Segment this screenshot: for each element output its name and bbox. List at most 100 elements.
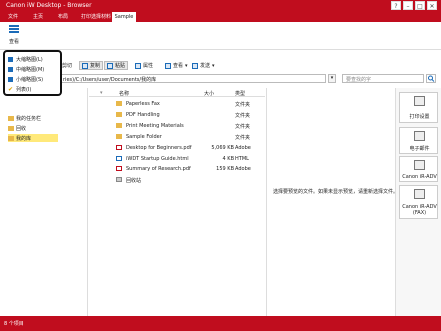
file-type: 文件夹 [235, 102, 251, 108]
pdf-icon [116, 144, 122, 150]
menu-item-label: 列表(I) [16, 86, 32, 93]
file-size: 4 KB [222, 155, 234, 162]
tree-item-label: 回收 [16, 125, 27, 132]
medium-thumbnails-icon [8, 66, 13, 72]
close-button[interactable]: ✕ [427, 1, 437, 10]
address-dropdown-button[interactable]: ▾ [328, 74, 336, 83]
file-row[interactable]: PDF Handling 文件夹 [89, 110, 265, 120]
cut-button[interactable]: 复制 [79, 61, 104, 70]
tree-item-recycle[interactable]: 回收 [8, 124, 26, 132]
menu-item-large-thumbnails[interactable]: 大缩略图(L) [8, 55, 43, 63]
paste-button[interactable]: 粘贴 [104, 61, 129, 70]
view-button[interactable]: 查看 [4, 23, 24, 47]
cut-label: 复制 [90, 63, 101, 69]
file-row[interactable]: Desktop for Beginners.pdf 5,069 KB Adobe [89, 143, 265, 153]
search-placeholder: 要查找的字 [346, 77, 372, 83]
library-icon [8, 135, 14, 141]
file-type: 文件夹 [235, 134, 251, 141]
menu-item-small-thumbnails[interactable]: 小缩略图(S) [8, 75, 43, 83]
file-name: Print Meeting Materials [126, 122, 184, 129]
menu-item-medium-thumbnails[interactable]: 中缩略图(M) [8, 65, 44, 73]
tab-home[interactable]: 主页 [28, 12, 48, 22]
properties-icon [135, 62, 141, 69]
preview-pane: 选择要预览的文件。如果未显示预览，请重新选择文件。 [266, 88, 398, 316]
file-type: Adobe [235, 144, 251, 151]
folder-icon [8, 125, 14, 131]
menu-item-label: 中缩略图(M) [16, 66, 45, 73]
header-type[interactable]: 类型 [235, 90, 245, 97]
tree-item-my-library[interactable]: 我的库 [8, 134, 58, 142]
file-type: 文件夹 [235, 112, 251, 119]
header-name[interactable]: 名称 [119, 90, 129, 97]
send-label: 发送 [200, 63, 211, 69]
properties-button[interactable]: 属性 [135, 61, 153, 70]
recycle-bin-icon [116, 177, 122, 183]
file-row[interactable]: iWDT Startup Guide.html 4 KB HTML [89, 154, 265, 164]
status-bar: 8 个项目 [0, 316, 441, 331]
output-button-label: 电子邮件 [409, 146, 430, 152]
menu-item-label: 小缩略图(S) [16, 76, 44, 83]
printer-icon [414, 160, 425, 170]
chevron-down-icon: ▾ [330, 75, 334, 81]
header-size[interactable]: 大小 [204, 90, 214, 97]
output-button-label: Canon iR-ADV [402, 174, 437, 180]
menu-item-label: 大缩略图(L) [16, 56, 43, 63]
tab-layout[interactable]: 布局 [52, 12, 74, 22]
output-button-label: Canon iR-ADV (FAX) [402, 204, 437, 216]
file-row[interactable]: Print Meeting Materials 文件夹 [89, 121, 265, 131]
search-button[interactable] [426, 74, 436, 83]
cut-icon [82, 62, 88, 69]
email-button[interactable]: 电子邮件 [399, 127, 438, 154]
paste-icon [107, 62, 113, 69]
file-type: Adobe [235, 166, 251, 173]
canon-fax-button[interactable]: Canon iR-ADV (FAX) [399, 185, 438, 219]
file-list-header: ▾ 名称 大小 类型 [89, 88, 265, 97]
file-row[interactable]: 回收站 [89, 175, 265, 185]
file-row[interactable]: Summary of Research.pdf 159 KB Adobe [89, 164, 265, 174]
view-icon [165, 62, 171, 69]
file-name: Desktop for Beginners.pdf [126, 144, 192, 151]
view-label: 查看 [173, 63, 184, 69]
minimize-button[interactable]: – [403, 1, 413, 10]
send-icon [192, 62, 198, 69]
folder-icon [8, 115, 14, 121]
view-menu-popup: 大缩略图(L) 中缩略图(M) 小缩略图(S) ✔ 列表(I) [3, 50, 62, 96]
chevron-down-icon: ▾ [185, 62, 188, 69]
search-input[interactable]: 要查找的字 [342, 74, 424, 83]
help-button[interactable]: ? [391, 1, 401, 10]
copy-label: 剪切 [62, 63, 73, 69]
email-icon [414, 131, 425, 141]
printer-icon [414, 96, 425, 106]
tab-sample[interactable]: Sample [112, 12, 136, 22]
tree-item-task-bar[interactable]: 我的任务栏 [8, 114, 41, 122]
view-toolbar-button[interactable]: 查看 ▾ [165, 61, 188, 70]
status-text: 8 个项目 [4, 321, 24, 327]
html-file-icon [116, 155, 122, 161]
address-path: ries)/C:/Users/user/Documents/我的库 [63, 77, 157, 83]
send-button[interactable]: 发送 ▾ [192, 61, 215, 70]
folder-icon [116, 133, 122, 139]
view-button-label: 查看 [8, 39, 19, 45]
tab-print-materials[interactable]: 打印选择材料 [77, 12, 115, 22]
tree-item-label: 我的库 [16, 135, 32, 142]
file-list: ▾ 名称 大小 类型 Paperless Fax 文件夹 PDF Handling 文… [89, 88, 265, 316]
title-bar: Canon iW Desktop - Browser ? – □ ✕ [0, 0, 441, 12]
file-row[interactable]: Sample Folder 文件夹 [89, 132, 265, 142]
copy-button[interactable]: 剪切 [62, 61, 72, 70]
menu-item-list[interactable]: ✔ 列表(I) [8, 85, 31, 93]
output-bar: 打印设置 电子邮件 Canon iR-ADV Canon iR-ADV (FAX… [395, 88, 441, 316]
search-icon [428, 75, 435, 82]
tree-item-label: 我的任务栏 [16, 115, 42, 122]
header-icon-column: ▾ [100, 90, 103, 96]
file-name: 回收站 [126, 178, 142, 185]
properties-label: 属性 [143, 63, 154, 69]
print-settings-button[interactable]: 打印设置 [399, 92, 438, 123]
chevron-down-icon: ▾ [212, 62, 215, 69]
view-list-icon [9, 25, 19, 34]
canon-printer-button[interactable]: Canon iR-ADV [399, 156, 438, 182]
maximize-button[interactable]: □ [415, 1, 425, 10]
paste-label: 粘贴 [115, 63, 126, 69]
tab-file[interactable]: 文件 [4, 12, 22, 22]
file-row[interactable]: Paperless Fax 文件夹 [89, 99, 265, 109]
address-bar[interactable]: ries)/C:/Users/user/Documents/我的库 [60, 74, 326, 83]
